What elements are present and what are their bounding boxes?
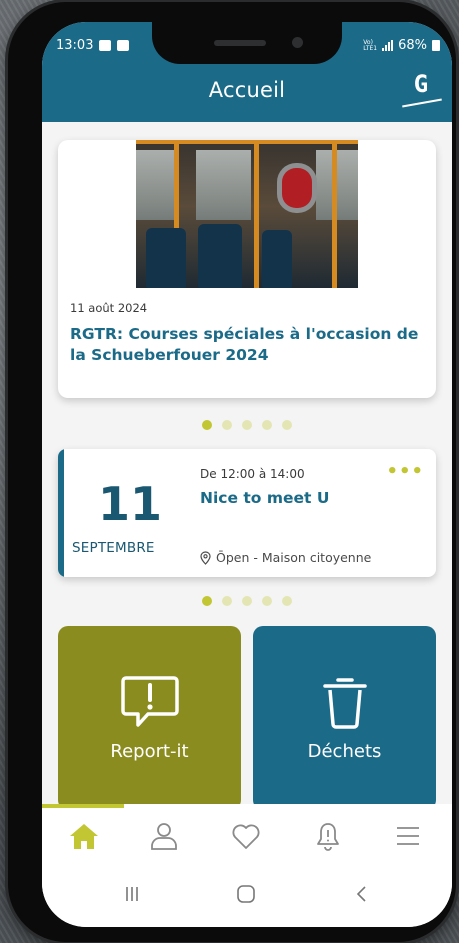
carousel-dot[interactable] bbox=[222, 420, 232, 430]
carousel-dot[interactable] bbox=[242, 420, 252, 430]
signal-icon bbox=[382, 40, 394, 51]
hamburger-menu-icon bbox=[397, 827, 419, 845]
trash-can-icon bbox=[322, 678, 367, 729]
carousel-dot[interactable] bbox=[242, 596, 252, 606]
waste-tile[interactable]: Déchets bbox=[253, 626, 436, 810]
page-title: Accueil bbox=[208, 78, 286, 102]
front-camera bbox=[292, 37, 303, 48]
carousel-dot[interactable] bbox=[202, 420, 212, 430]
nav-notifications[interactable] bbox=[310, 818, 346, 854]
recent-apps-icon[interactable] bbox=[122, 884, 142, 904]
event-card[interactable]: 11 SEPTEMBRE De 12:00 à 14:00 Nice to me… bbox=[58, 449, 436, 577]
event-title[interactable]: Nice to meet U bbox=[200, 489, 329, 507]
event-month: SEPTEMBRE bbox=[72, 540, 155, 556]
system-navigation-bar bbox=[42, 862, 452, 927]
bus-interior-image bbox=[136, 140, 358, 288]
nav-menu[interactable] bbox=[390, 818, 426, 854]
carousel-dot[interactable] bbox=[262, 596, 272, 606]
bottom-navigation bbox=[42, 804, 452, 862]
carousel-dot[interactable] bbox=[282, 596, 292, 606]
event-time: De 12:00 à 14:00 bbox=[200, 467, 305, 481]
camera-notch bbox=[152, 22, 342, 64]
home-button-icon[interactable] bbox=[236, 884, 256, 904]
event-accent-bar bbox=[58, 449, 64, 577]
status-bar-right: Vo) LTE1 68% bbox=[363, 38, 440, 53]
app-logo-icon[interactable]: G bbox=[406, 69, 436, 99]
user-icon bbox=[151, 823, 177, 850]
check-notification-icon bbox=[117, 40, 130, 51]
nav-active-indicator bbox=[42, 804, 124, 808]
event-location: Ōpen - Maison citoyenne bbox=[200, 550, 371, 565]
news-title[interactable]: RGTR: Courses spéciales à l'occasion de … bbox=[70, 324, 426, 366]
nav-profile[interactable] bbox=[146, 818, 182, 854]
speaker-grille bbox=[214, 40, 266, 46]
news-date: 11 août 2024 bbox=[70, 301, 148, 315]
status-bar-left: 13:03 bbox=[56, 38, 130, 53]
home-icon bbox=[70, 824, 98, 849]
stop-button-graphic bbox=[282, 168, 312, 208]
report-it-tile[interactable]: Report-it bbox=[58, 626, 241, 810]
bell-alert-icon bbox=[317, 823, 339, 851]
phone-frame: 13:03 Vo) LTE1 68% Accueil G 11 août 202… bbox=[8, 2, 456, 942]
carousel-dot[interactable] bbox=[282, 420, 292, 430]
status-time: 13:03 bbox=[56, 38, 94, 53]
heart-icon bbox=[232, 824, 260, 849]
nav-home[interactable] bbox=[66, 818, 102, 854]
carousel-dot[interactable] bbox=[202, 596, 212, 606]
carousel-dot[interactable] bbox=[262, 420, 272, 430]
carousel-dot[interactable] bbox=[222, 596, 232, 606]
event-day: 11 bbox=[98, 477, 163, 531]
report-it-label: Report-it bbox=[110, 741, 189, 762]
battery-percent: 68% bbox=[398, 38, 427, 53]
news-card[interactable]: 11 août 2024 RGTR: Courses spéciales à l… bbox=[58, 140, 436, 398]
more-options-icon[interactable]: ••• bbox=[386, 461, 424, 482]
nav-favorites[interactable] bbox=[228, 818, 264, 854]
event-location-text: Ōpen - Maison citoyenne bbox=[216, 550, 372, 565]
news-carousel-dots bbox=[202, 420, 292, 430]
volte-indicator: Vo) LTE1 bbox=[363, 38, 378, 52]
alert-message-icon bbox=[120, 676, 179, 727]
location-pin-icon bbox=[200, 550, 211, 565]
waste-label: Déchets bbox=[307, 741, 382, 762]
battery-icon bbox=[432, 40, 440, 51]
event-carousel-dots bbox=[202, 596, 292, 606]
gallery-notification-icon bbox=[99, 40, 112, 51]
back-icon[interactable] bbox=[352, 884, 372, 904]
app-screen: 13:03 Vo) LTE1 68% Accueil G 11 août 202… bbox=[42, 22, 452, 927]
